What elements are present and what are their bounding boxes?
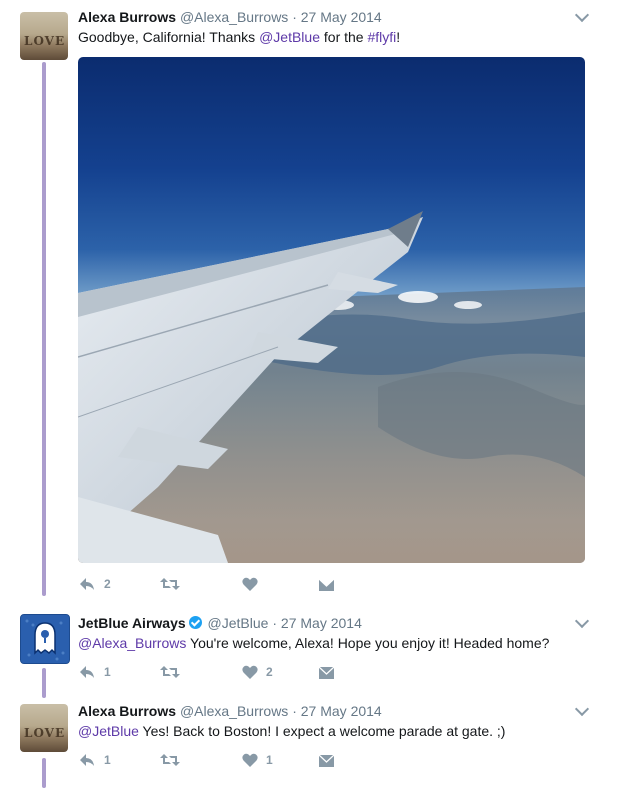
thread-line [42, 758, 46, 788]
dm-button[interactable] [318, 750, 335, 770]
retweet-icon [160, 578, 180, 590]
reply-icon [80, 666, 94, 678]
text-segment: You're welcome, Alexa! Hope you enjoy it… [186, 635, 550, 651]
separator-dot: · [292, 703, 297, 719]
like-button[interactable] [242, 574, 266, 594]
retweet-icon [160, 666, 180, 678]
tweet-2[interactable]: JetBlue Airways @JetBlue · 27 May 2014 @… [0, 598, 617, 698]
like-count: 1 [266, 753, 273, 767]
envelope-icon [318, 578, 335, 591]
verified-badge-icon [188, 616, 202, 629]
avatar-lettering: LOVE [24, 34, 66, 48]
text-segment: Goodbye, California! Thanks [78, 29, 260, 45]
jetblue-ghost-avatar [21, 615, 69, 663]
text-segment: for the [320, 29, 368, 45]
reply-count: 1 [104, 665, 111, 679]
mention-link[interactable]: @Alexa_Burrows [78, 635, 186, 651]
like-button[interactable]: 2 [242, 662, 273, 682]
separator-dot: · [292, 9, 297, 25]
dm-button[interactable] [318, 574, 335, 594]
reply-icon [80, 754, 94, 766]
reply-button[interactable]: 2 [78, 574, 111, 594]
separator-dot: · [272, 615, 278, 631]
reply-button[interactable]: 1 [78, 662, 111, 682]
airplane-wing-photo [78, 211, 585, 563]
tweet-header: JetBlue Airways @JetBlue · 27 May 2014 [78, 614, 362, 632]
mention-link[interactable]: @JetBlue [78, 723, 139, 739]
reply-count: 1 [104, 753, 111, 767]
tweet-date[interactable]: 27 May 2014 [281, 615, 362, 631]
envelope-icon [318, 754, 335, 767]
tweet-text: @Alexa_Burrows You're welcome, Alexa! Ho… [78, 633, 549, 653]
mention-link[interactable]: @JetBlue [259, 29, 320, 45]
thread-line [42, 62, 46, 596]
retweet-icon [160, 754, 180, 766]
heart-icon [242, 753, 258, 767]
tweet-text: Goodbye, California! Thanks @JetBlue for… [78, 27, 400, 47]
text-segment: Yes! Back to Boston! I expect a welcome … [138, 723, 506, 739]
tweet-photo[interactable] [78, 57, 585, 563]
like-count: 2 [266, 665, 273, 679]
heart-icon [242, 577, 258, 591]
user-name[interactable]: Alexa Burrows [78, 9, 176, 25]
avatar[interactable]: LOVE [20, 704, 68, 752]
chevron-down-icon[interactable] [574, 7, 590, 23]
dm-button[interactable] [318, 662, 335, 682]
tweet-3[interactable]: LOVE Alexa Burrows @Alexa_Burrows · 27 M… [0, 688, 617, 788]
reply-icon [80, 578, 94, 590]
tweet-header: Alexa Burrows @Alexa_Burrows · 27 May 20… [78, 702, 382, 720]
user-name[interactable]: Alexa Burrows [78, 703, 176, 719]
avatar[interactable]: LOVE [20, 12, 68, 60]
user-handle[interactable]: @Alexa_Burrows [180, 9, 288, 25]
retweet-button[interactable] [160, 662, 188, 682]
chevron-down-icon[interactable] [574, 701, 590, 717]
tweet-header: Alexa Burrows @Alexa_Burrows · 27 May 20… [78, 8, 382, 26]
chevron-down-icon[interactable] [574, 613, 590, 629]
tweet-date[interactable]: 27 May 2014 [301, 703, 382, 719]
like-button[interactable]: 1 [242, 750, 273, 770]
text-segment: ! [396, 29, 401, 45]
tweet-text: @JetBlue Yes! Back to Boston! I expect a… [78, 721, 505, 741]
user-name[interactable]: JetBlue Airways [78, 615, 186, 631]
avatar[interactable] [20, 614, 70, 664]
user-handle[interactable]: @JetBlue [208, 615, 269, 631]
avatar-lettering: LOVE [24, 726, 66, 740]
hashtag-link[interactable]: #flyfi [367, 29, 396, 45]
retweet-button[interactable] [160, 750, 188, 770]
user-handle[interactable]: @Alexa_Burrows [180, 703, 288, 719]
reply-count: 2 [104, 577, 111, 591]
retweet-button[interactable] [160, 574, 188, 594]
tweet-1[interactable]: LOVE Alexa Burrows @Alexa_Burrows · 27 M… [0, 0, 617, 598]
envelope-icon [318, 666, 335, 679]
reply-button[interactable]: 1 [78, 750, 111, 770]
tweet-date[interactable]: 27 May 2014 [301, 9, 382, 25]
heart-icon [242, 665, 258, 679]
